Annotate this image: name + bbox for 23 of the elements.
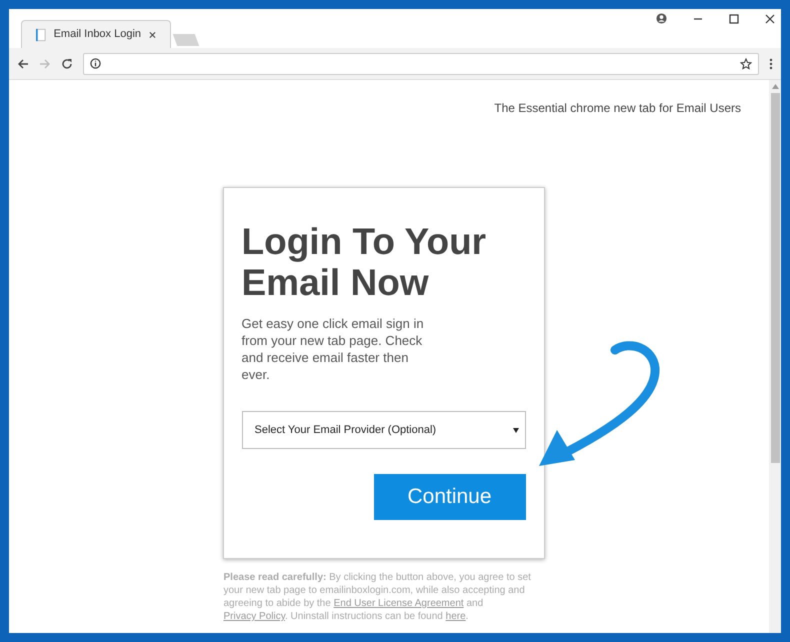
dropdown-icon xyxy=(512,428,518,432)
reload-icon[interactable] xyxy=(61,58,73,70)
info-icon xyxy=(90,58,101,69)
tab-title: Email Inbox Login xyxy=(54,27,142,42)
menu-icon[interactable] xyxy=(769,58,773,70)
link[interactable]: here xyxy=(446,611,466,622)
disclaimer: Please read carefully: By clicking the button above, you agree to set your new tab page to emailinboxlogin.com, while also accepting and agreeing to abide by the End User License Agreement and Privacy Policy. Uninstall instructions can be found here. xyxy=(224,571,532,623)
maximize-icon[interactable] xyxy=(729,14,739,24)
link[interactable]: End User License Agreement xyxy=(334,598,464,609)
close-icon[interactable] xyxy=(149,30,156,38)
tagline: The Essential chrome new tab for Email Users xyxy=(494,101,741,115)
link[interactable]: Privacy Policy xyxy=(224,611,285,622)
star-icon[interactable] xyxy=(740,58,752,70)
continue-button[interactable]: Continue xyxy=(374,474,526,520)
close-icon[interactable] xyxy=(765,14,775,24)
scrollbar-thumb[interactable] xyxy=(770,93,780,463)
back-icon[interactable] xyxy=(17,58,29,70)
profile-icon[interactable] xyxy=(656,13,667,24)
heading: Login To Your Email Now xyxy=(242,221,488,303)
description: Get easy one click email sign in from your new tab page. Check and receive email faster then ever. xyxy=(242,315,425,383)
document-icon xyxy=(36,28,46,42)
browser-tab[interactable]: Email Inbox Login xyxy=(21,20,171,48)
provider-select[interactable]: Select Your Email Provider (Optional) xyxy=(242,411,526,449)
